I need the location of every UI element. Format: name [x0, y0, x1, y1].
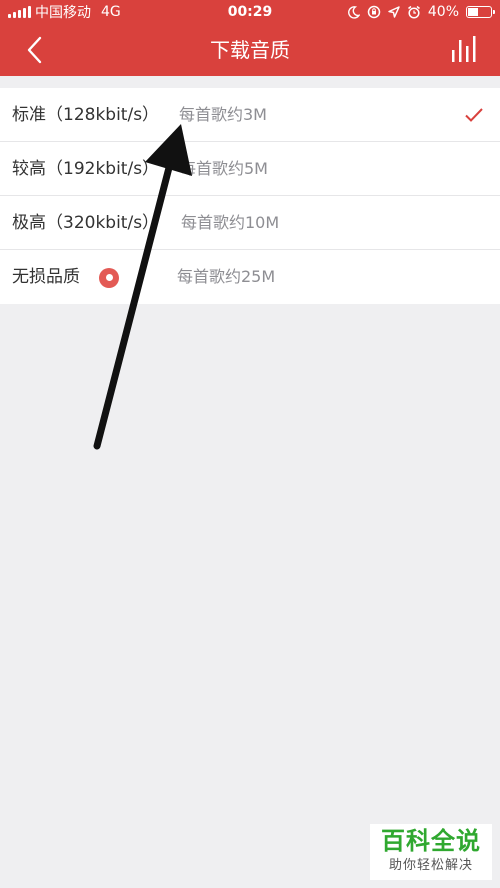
- carrier-name: 中国移动: [35, 5, 91, 21]
- equalizer-button[interactable]: [450, 34, 482, 66]
- battery-icon: [466, 6, 495, 18]
- quality-size: 每首歌约25M: [177, 267, 276, 286]
- quality-option-very-high[interactable]: 极高（320kbit/s） 每首歌约10M: [0, 196, 500, 250]
- page-title: 下载音质: [210, 38, 290, 62]
- watermark-title: 百科全说: [381, 827, 481, 855]
- signal-icon: [8, 6, 31, 18]
- quality-size: 每首歌约3M: [179, 105, 267, 124]
- quality-label: 极高（320kbit/s）: [12, 213, 160, 233]
- network-type: 4G: [101, 4, 121, 20]
- status-bar: 中国移动 4G 00:29 40%: [0, 0, 500, 24]
- quality-option-lossless[interactable]: 无损品质 每首歌约25M: [0, 250, 500, 304]
- quality-option-standard[interactable]: 标准（128kbit/s） 每首歌约3M: [0, 88, 500, 142]
- location-icon: [388, 6, 400, 18]
- quality-label: 较高（192kbit/s）: [12, 159, 160, 179]
- rotation-lock-icon: [367, 5, 381, 19]
- watermark: 百科全说 助你轻松解决: [370, 824, 492, 880]
- equalizer-bars-icon: [452, 36, 476, 62]
- quality-option-high[interactable]: 较高（192kbit/s） 每首歌约5M: [0, 142, 500, 196]
- quality-label: 无损品质: [12, 267, 80, 287]
- moon-icon: [347, 5, 360, 19]
- alarm-icon: [407, 5, 420, 19]
- nav-bar: 下载音质: [0, 24, 500, 76]
- quality-label: 标准（128kbit/s）: [12, 105, 160, 125]
- quality-list: 标准（128kbit/s） 每首歌约3M 较高（192kbit/s） 每首歌约5…: [0, 88, 500, 304]
- watermark-subtitle: 助你轻松解决: [388, 858, 473, 873]
- quality-size: 每首歌约10M: [181, 213, 280, 232]
- checkmark-icon: [465, 108, 483, 122]
- battery-percent: 40%: [427, 4, 459, 20]
- quality-size: 每首歌约5M: [180, 159, 268, 178]
- lossless-disc-icon: [99, 268, 119, 288]
